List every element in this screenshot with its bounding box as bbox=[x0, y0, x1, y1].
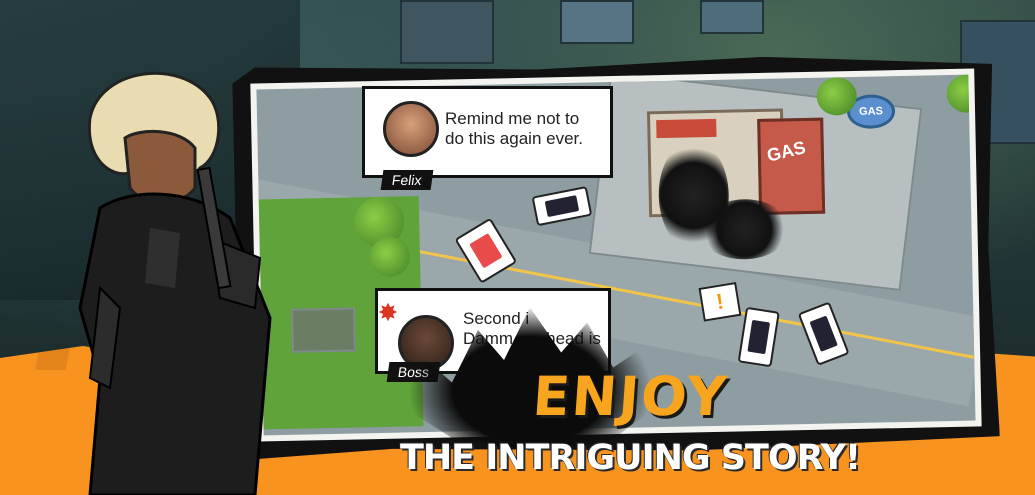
police-car bbox=[532, 186, 593, 226]
background-building bbox=[400, 0, 494, 64]
background-building bbox=[560, 0, 634, 44]
station-sign-tower: GAS bbox=[757, 118, 825, 215]
exclamation-icon: ! bbox=[699, 282, 742, 322]
felix-dialogue-line1: Remind me not to bbox=[445, 109, 580, 128]
background-building bbox=[700, 0, 764, 34]
felix-dialogue-line2: do this again ever. bbox=[445, 129, 583, 148]
dumpster bbox=[291, 307, 356, 352]
felix-avatar bbox=[383, 101, 439, 157]
felix-name-tag: Felix bbox=[380, 170, 433, 190]
speech-bubble-felix: Remind me not to do this again ever. bbox=[362, 86, 613, 178]
felix-dialogue: Remind me not to do this again ever. bbox=[445, 109, 605, 149]
station-roof bbox=[656, 119, 716, 138]
headline-enjoy: ENJOY bbox=[530, 365, 731, 428]
heroine-character bbox=[78, 71, 272, 495]
tree bbox=[946, 75, 975, 113]
station-sign-text: GAS bbox=[764, 137, 808, 166]
headline-story: THE INTRIGUING STORY! bbox=[400, 438, 861, 478]
anger-icon: ✸ bbox=[378, 300, 398, 325]
